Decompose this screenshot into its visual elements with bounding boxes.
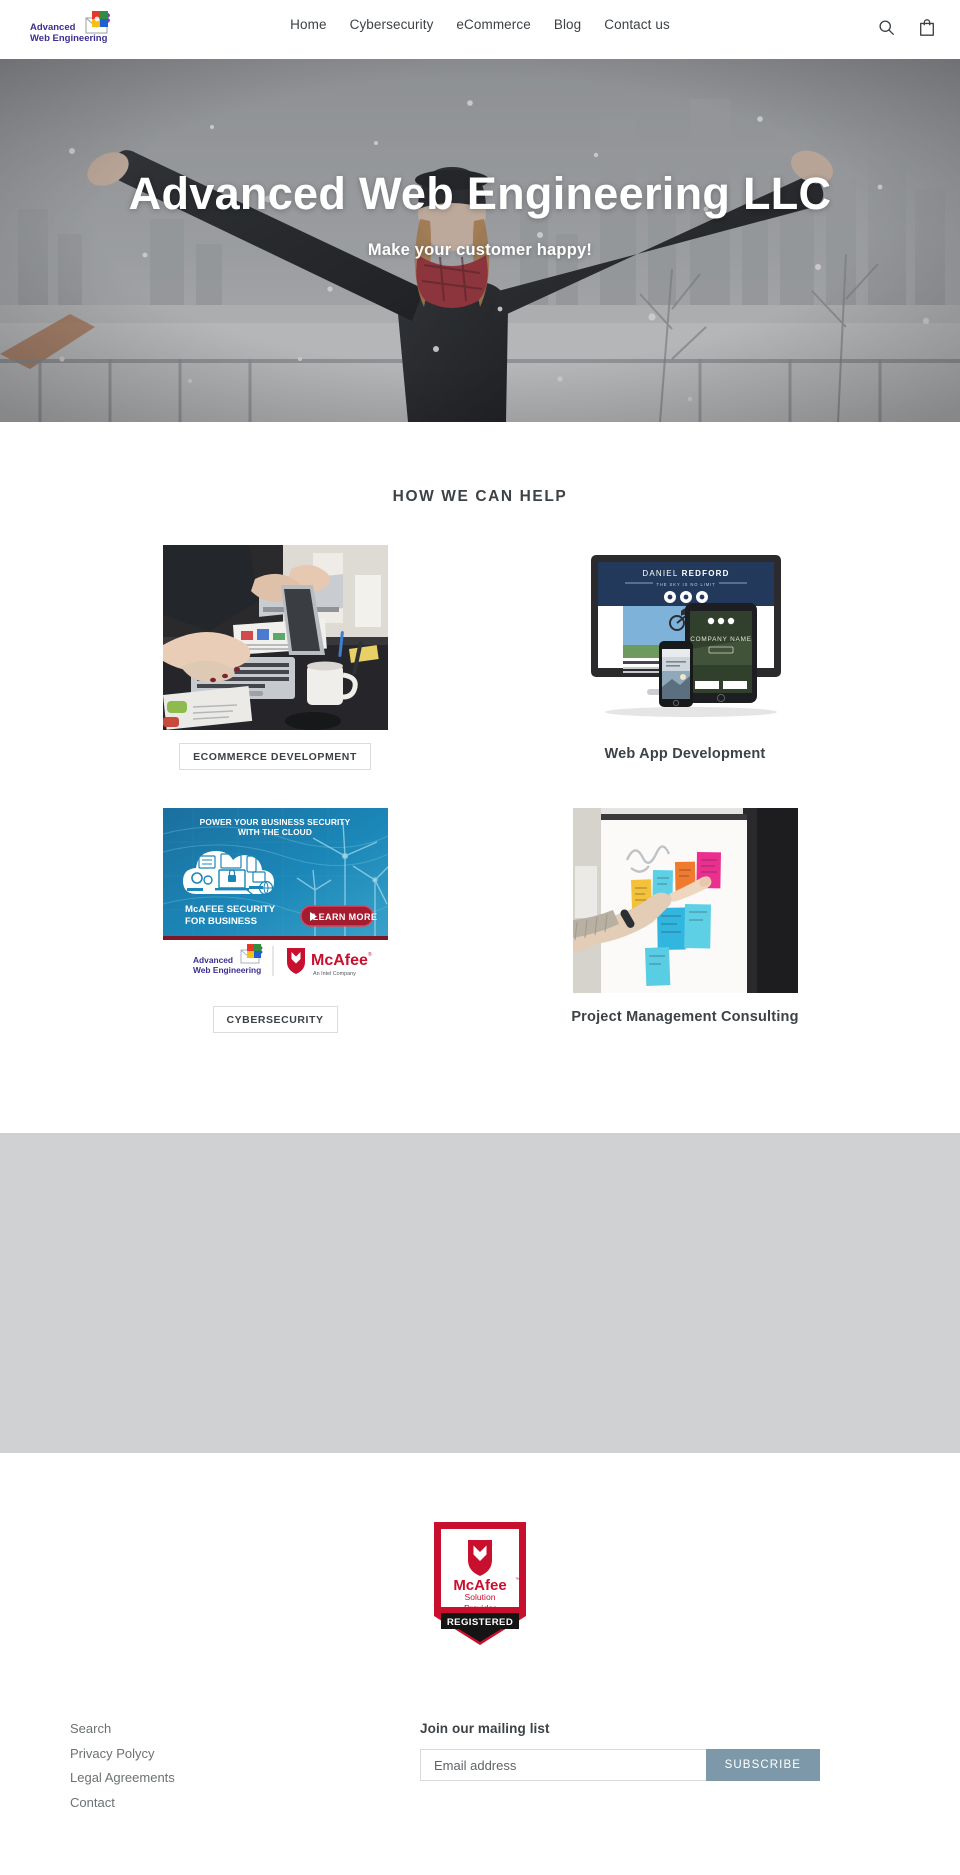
service-card-web-app-development[interactable]: DANIEL REDFORD THE SKY IS NO LIMIT COMPA…	[540, 545, 830, 770]
newsletter-signup: Join our mailing list SUBSCRIBE	[420, 1721, 820, 1810]
service-label-cybersecurity[interactable]: CYBERSECURITY	[212, 1006, 338, 1033]
search-button[interactable]	[875, 15, 897, 39]
responsive-devices-mockup: DANIEL REDFORD THE SKY IS NO LIMIT COMPA…	[572, 545, 798, 730]
svg-text:FOR BUSINESS: FOR BUSINESS	[185, 916, 258, 927]
cart-button[interactable]	[916, 15, 938, 39]
svg-text:Web Engineering: Web Engineering	[193, 965, 261, 975]
service-label-web-app-development[interactable]: Web App Development	[605, 746, 766, 762]
svg-text:™: ™	[515, 1577, 520, 1583]
shopping-bag-icon	[920, 18, 934, 36]
footer-link-privacy-polycy[interactable]: Privacy Polycy	[70, 1746, 155, 1762]
badge-line1: Solution	[464, 1592, 495, 1602]
services-grid: ECOMMERCE DEVELOPMENT DANIEL REDFORD THE…	[130, 545, 830, 1033]
hero-title: Advanced Web Engineering LLC	[128, 168, 832, 219]
svg-text:THE SKY IS NO LIMIT: THE SKY IS NO LIMIT	[656, 582, 715, 587]
subscribe-button[interactable]: SUBSCRIBE	[705, 1749, 820, 1781]
page-title: HOW WE CAN HELP	[392, 488, 568, 505]
footer-links: Search Privacy Polycy Legal Agreements C…	[0, 1721, 420, 1810]
badge-ribbon-text: REGISTERED	[447, 1617, 513, 1628]
service-label-project-management-consulting[interactable]: Project Management Consulting	[571, 1009, 798, 1025]
footer-link-legal-agreements[interactable]: Legal Agreements	[70, 1770, 175, 1786]
service-card-ecommerce-development[interactable]: ECOMMERCE DEVELOPMENT	[130, 545, 420, 770]
nav-item-blog[interactable]: Blog	[554, 18, 581, 32]
newsletter-form: SUBSCRIBE	[420, 1749, 820, 1781]
sticky-notes-whiteboard-photo	[572, 808, 798, 993]
mcafee-cloud-security-banner: POWER YOUR BUSINESS SECURITY WITH THE CL…	[162, 808, 388, 993]
how-we-can-help-section: HOW WE CAN HELP ECOMMERCE DEVELOPMENT DA…	[0, 422, 960, 1033]
service-card-cybersecurity[interactable]: POWER YOUR BUSINESS SECURITY WITH THE CL…	[130, 808, 420, 1033]
service-label-ecommerce-development[interactable]: ECOMMERCE DEVELOPMENT	[179, 743, 371, 770]
project-management-consulting-image[interactable]	[572, 808, 798, 993]
content-placeholder-block	[0, 1133, 960, 1453]
hero-banner: Advanced Web Engineering LLC Make your c…	[0, 59, 960, 422]
svg-text:POWER YOUR BUSINESS SECURITY: POWER YOUR BUSINESS SECURITY	[199, 817, 350, 827]
laptops-desk-photo	[162, 545, 388, 730]
badge-line2: Provider	[464, 1603, 496, 1613]
nav-item-cybersecurity[interactable]: Cybersecurity	[350, 18, 434, 32]
header-icon-group	[875, 15, 938, 39]
svg-text:COMPANY NAME: COMPANY NAME	[690, 636, 752, 643]
site-footer: Search Privacy Polycy Legal Agreements C…	[0, 1707, 960, 1811]
cybersecurity-image[interactable]: POWER YOUR BUSINESS SECURITY WITH THE CL…	[162, 808, 388, 993]
svg-text:DANIEL REDFORD: DANIEL REDFORD	[642, 569, 729, 578]
svg-text:McAfee: McAfee	[311, 952, 368, 969]
certification-badge-area: McAfee ™ Solution Provider REGISTERED	[0, 1453, 960, 1707]
hero-content: Advanced Web Engineering LLC Make your c…	[0, 167, 960, 260]
main-navigation: Home Cybersecurity eCommerce Blog Contac…	[0, 18, 960, 32]
svg-text:Web Engineering: Web Engineering	[30, 33, 108, 44]
footer-link-search[interactable]: Search	[70, 1721, 111, 1737]
svg-text:Advanced: Advanced	[193, 955, 233, 965]
service-card-project-management-consulting[interactable]: Project Management Consulting	[540, 808, 830, 1033]
ecommerce-development-image[interactable]	[162, 545, 388, 730]
footer-link-contact[interactable]: Contact	[70, 1795, 115, 1811]
web-app-development-image[interactable]: DANIEL REDFORD THE SKY IS NO LIMIT COMPA…	[572, 545, 798, 730]
svg-text:®: ®	[368, 951, 372, 958]
email-field[interactable]	[420, 1749, 706, 1781]
svg-text:An Intel Company: An Intel Company	[313, 971, 356, 977]
svg-text:McAFEE SECURITY: McAFEE SECURITY	[185, 904, 276, 915]
search-icon	[878, 19, 894, 35]
svg-text:LEARN MORE: LEARN MORE	[312, 912, 377, 922]
nav-item-ecommerce[interactable]: eCommerce	[456, 18, 530, 32]
hero-subtitle: Make your customer happy!	[367, 240, 593, 259]
nav-item-contact-us[interactable]: Contact us	[604, 18, 670, 32]
svg-text:WITH THE CLOUD: WITH THE CLOUD	[238, 827, 312, 837]
nav-item-home[interactable]: Home	[290, 18, 326, 32]
newsletter-title: Join our mailing list	[420, 1721, 550, 1736]
mcafee-solution-provider-badge: McAfee ™ Solution Provider REGISTERED	[434, 1522, 526, 1645]
site-header: Advanced Web Engineering Home Cybersecur…	[0, 0, 960, 59]
